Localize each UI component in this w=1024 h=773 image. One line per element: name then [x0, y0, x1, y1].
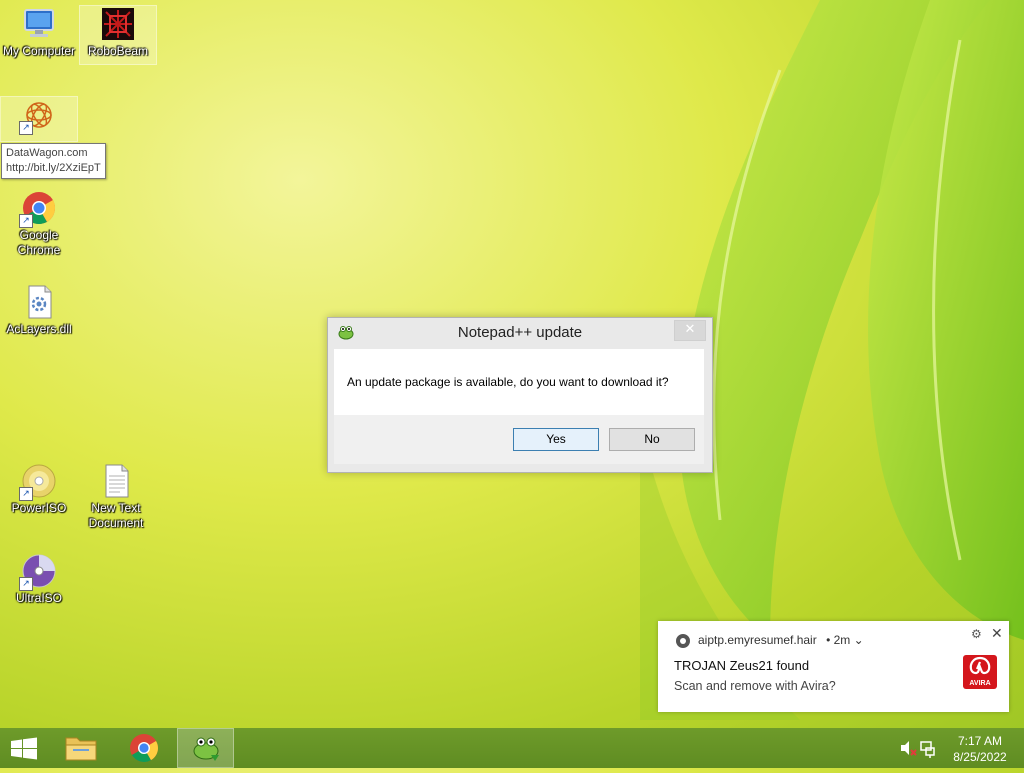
gear-icon[interactable]: ⚙: [971, 627, 982, 641]
taskbar-notepad-plus-plus[interactable]: [177, 728, 234, 768]
desktop-icon-robobeam[interactable]: RoboBeam: [79, 5, 157, 65]
desktop-icon-label: PowerISO: [11, 501, 67, 515]
desktop-icon-datawagon[interactable]: ↗: [0, 96, 78, 142]
dialog-title: Notepad++ update: [457, 324, 583, 341]
notification-source-text: aiptp.emyresumef.hair: [698, 633, 817, 647]
desktop-icon-label: RoboBeam: [87, 44, 149, 58]
shortcut-arrow-icon: ↗: [19, 487, 33, 501]
poweriso-icon: ↗: [19, 463, 57, 501]
dialog-titlebar[interactable]: Notepad++ update ✕: [328, 318, 712, 348]
desktop-icon-google-chrome[interactable]: ↗ Google Chrome: [1, 190, 77, 258]
clock-time: 7:17 AM: [957, 734, 1003, 748]
notification-title: TROJAN Zeus21 found: [674, 658, 810, 673]
computer-icon: [21, 6, 57, 42]
start-button[interactable]: [0, 728, 48, 768]
desktop-icon-aclayers-dll[interactable]: AcLayers.dll: [1, 284, 77, 337]
desktop-icon-label: New Text Document: [88, 501, 144, 530]
avira-logo-text: AVIRA: [969, 680, 991, 687]
dialog-message-area: An update package is available, do you w…: [334, 349, 704, 415]
system-tray: [896, 728, 936, 768]
clock-date: 8/25/2022: [953, 750, 1007, 764]
folder-icon: [65, 737, 97, 761]
text-document-icon: [98, 463, 134, 499]
avira-logo-mark: [969, 656, 991, 675]
dialog-message: An update package is available, do you w…: [347, 375, 669, 389]
desktop-icon-label: Google Chrome: [17, 228, 61, 257]
tooltip-line: DataWagon.com: [6, 147, 88, 159]
close-icon[interactable]: ✕: [991, 625, 1003, 642]
chrome-notification-icon: [676, 634, 690, 648]
notification-time[interactable]: • 2m ⌄: [826, 633, 864, 647]
notification-source: aiptp.emyresumef.hair • 2m ⌄: [698, 633, 864, 647]
desktop-icon-new-text-document[interactable]: New Text Document: [78, 463, 154, 531]
notepad-plus-plus-icon: [193, 737, 219, 761]
desktop-icon-ultraiso[interactable]: ↗ UltraISO: [1, 553, 77, 606]
robobeam-icon: [100, 6, 136, 42]
tooltip-line: http://bit.ly/2XziEpT: [6, 162, 101, 174]
volume-muted-icon[interactable]: [898, 728, 918, 768]
desktop-icon-label: UltraISO: [15, 591, 62, 605]
datawagon-icon: ↗: [19, 97, 57, 135]
shortcut-arrow-icon: ↗: [19, 577, 33, 591]
shortcut-arrow-icon: ↗: [19, 214, 33, 228]
chrome-icon: [130, 734, 158, 762]
chrome-icon: ↗: [19, 190, 57, 228]
close-button[interactable]: ✕: [674, 320, 706, 341]
ultraiso-icon: ↗: [19, 553, 57, 591]
close-icon: ✕: [684, 322, 696, 337]
desktop-icon-label: My Computer: [2, 44, 76, 58]
dialog-button-area: Yes No: [334, 415, 704, 464]
shortcut-arrow-icon: ↗: [19, 121, 33, 135]
windows-logo-icon: [11, 737, 37, 760]
taskbar-google-chrome[interactable]: [116, 728, 172, 768]
taskbar-clock[interactable]: 7:17 AM 8/25/2022: [940, 733, 1020, 765]
taskbar: 7:17 AM 8/25/2022: [0, 728, 1024, 768]
tooltip: DataWagon.com http://bit.ly/2XziEpT: [1, 143, 106, 179]
notification-body: Scan and remove with Avira?: [674, 679, 836, 693]
desktop-icon-label: AcLayers.dll: [6, 322, 72, 336]
network-icon[interactable]: [918, 728, 938, 768]
avira-logo-icon: AVIRA: [963, 655, 997, 689]
desktop-icon-my-computer[interactable]: My Computer: [1, 6, 77, 59]
desktop-icon-poweriso[interactable]: ↗ PowerISO: [1, 463, 77, 516]
no-button[interactable]: No: [609, 428, 695, 451]
yes-button[interactable]: Yes: [513, 428, 599, 451]
notification-toast[interactable]: aiptp.emyresumef.hair • 2m ⌄ ⚙ ✕ TROJAN …: [658, 621, 1009, 712]
dll-file-icon: [21, 284, 57, 320]
update-dialog: Notepad++ update ✕ An update package is …: [327, 317, 713, 473]
taskbar-file-explorer[interactable]: [53, 728, 109, 768]
